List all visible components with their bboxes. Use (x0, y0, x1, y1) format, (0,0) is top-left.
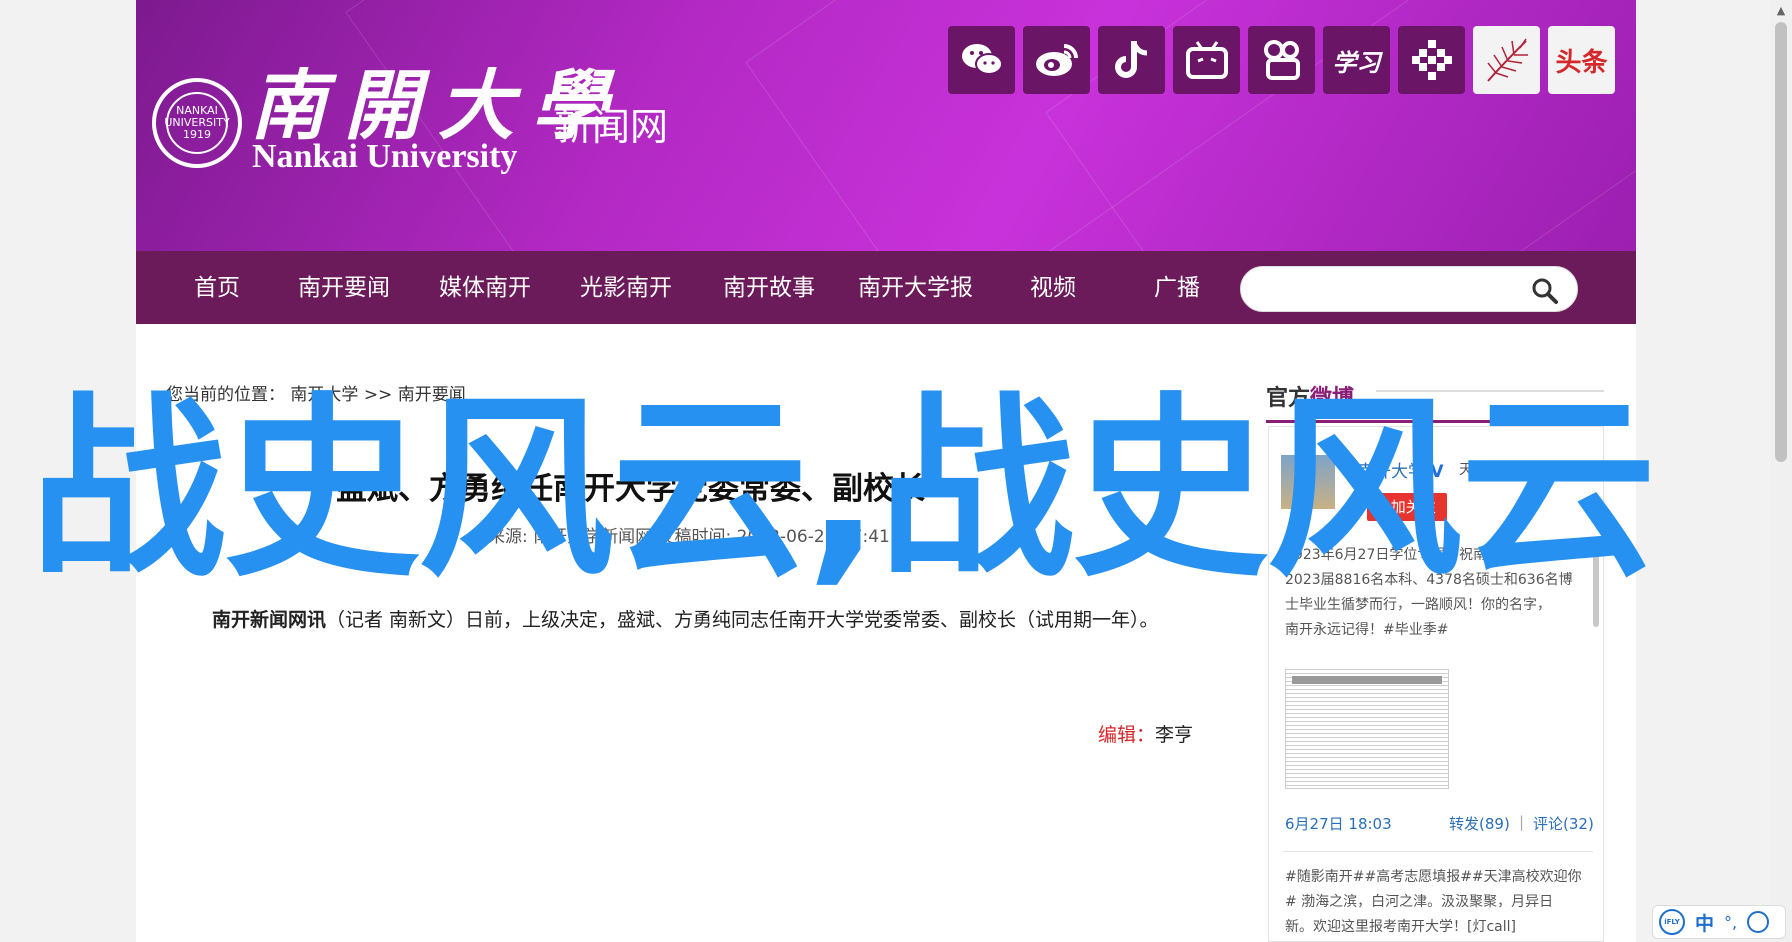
post-line: #随影南开##高考志愿填报##天津高校欢迎你 (1285, 869, 1582, 885)
wechat-glyph (961, 44, 1003, 75)
tiktok-icon[interactable] (1098, 26, 1165, 94)
article-editor: 编辑：李亨 (1098, 720, 1193, 747)
article-source: 南开新闻网讯 (212, 609, 327, 631)
nav-item-radio[interactable]: 广播 (1154, 273, 1200, 303)
weibo-post-time[interactable]: 6月27日 18:03 (1285, 813, 1392, 834)
nav-item-stories[interactable]: 南开故事 (723, 273, 815, 303)
punctuation-icon[interactable]: °, (1724, 913, 1737, 932)
app-grid-glyph (1411, 40, 1452, 80)
weibo-glyph (1035, 44, 1078, 76)
overlay-watermark-text: 战史风云,战史风云 (30, 376, 1656, 604)
search-icon[interactable] (1531, 277, 1559, 305)
post-line: 新。欢迎这里报考南开大学！[灯call] (1285, 919, 1516, 935)
feather-icon[interactable] (1473, 26, 1540, 94)
repost-link[interactable]: 转发(89) (1449, 813, 1510, 834)
post-divider (1283, 851, 1593, 852)
post-line: 南开永远记得！#毕业季# (1285, 622, 1449, 638)
editor-label: 编辑： (1098, 724, 1156, 746)
seal-text: NANKAI UNIVERSITY 1919 (164, 92, 230, 154)
weibo-post-text: #随影南开##高考志愿填报##天津高校欢迎你 # 渤海之滨，白河之津。汲汲聚聚，… (1285, 865, 1595, 940)
nav-item-newspaper[interactable]: 南开大学报 (858, 273, 973, 303)
weibo-icon[interactable] (1023, 26, 1090, 94)
ifly-logo-icon[interactable]: iFLY (1659, 909, 1685, 935)
feather-glyph (1486, 38, 1528, 82)
scrollbar-thumb[interactable] (1775, 22, 1787, 462)
editor-name: 李亨 (1155, 724, 1194, 746)
nav-item-video[interactable]: 视频 (1030, 273, 1076, 303)
action-separator: | (1519, 813, 1525, 831)
search-input[interactable] (1259, 275, 1519, 305)
site-name: 新闻网 (554, 105, 669, 149)
article-text: （记者 南新文）日前，上级决定，盛斌、方勇纯同志任南开大学党委常委、副校长（试用… (326, 609, 1159, 631)
xuexi-icon[interactable]: 学习 (1323, 26, 1390, 94)
nav-item-media[interactable]: 媒体南开 (439, 273, 531, 303)
scroll-up-arrow-icon[interactable]: ▲ (1774, 4, 1788, 18)
app-grid-icon[interactable] (1398, 26, 1465, 94)
browser-scrollbar[interactable]: ▲ (1770, 0, 1792, 942)
social-icons-bar: 学习 头条 (948, 26, 1615, 94)
university-seal-logo[interactable]: NANKAI UNIVERSITY 1919 (152, 78, 242, 168)
header-banner: NANKAI UNIVERSITY 1919 南開大學 Nankai Unive… (136, 0, 1636, 251)
image-title-bar (1292, 676, 1442, 684)
search-box (1240, 266, 1578, 312)
toutiao-icon[interactable]: 头条 (1548, 26, 1615, 94)
main-navigation: 首页 南开要闻 媒体南开 光影南开 南开故事 南开大学报 视频 广播 (136, 251, 1636, 324)
microphone-icon[interactable] (1747, 911, 1770, 933)
toutiao-label: 头条 (1555, 47, 1608, 78)
kuaishou-glyph (1263, 40, 1300, 80)
nav-item-photo[interactable]: 光影南开 (580, 273, 672, 303)
nav-item-news[interactable]: 南开要闻 (298, 273, 390, 303)
comment-link[interactable]: 评论(32) (1533, 813, 1594, 834)
xuexi-label: 学习 (1332, 48, 1381, 77)
bilibili-glyph (1185, 41, 1228, 79)
logo-english-name[interactable]: Nankai University (252, 138, 517, 176)
bilibili-icon[interactable] (1173, 26, 1240, 94)
post-line: # 渤海之滨，白河之津。汲汲聚聚，月异日 (1285, 894, 1554, 910)
kuaishou-icon[interactable] (1248, 26, 1315, 94)
ime-toolbar: iFLY 中 °, (1652, 905, 1786, 939)
ime-language-toggle[interactable]: 中 (1695, 909, 1714, 936)
wechat-icon[interactable] (948, 26, 1015, 94)
nav-item-home[interactable]: 首页 (194, 273, 240, 303)
tiktok-glyph (1114, 41, 1147, 78)
weibo-post-image[interactable] (1285, 669, 1449, 789)
